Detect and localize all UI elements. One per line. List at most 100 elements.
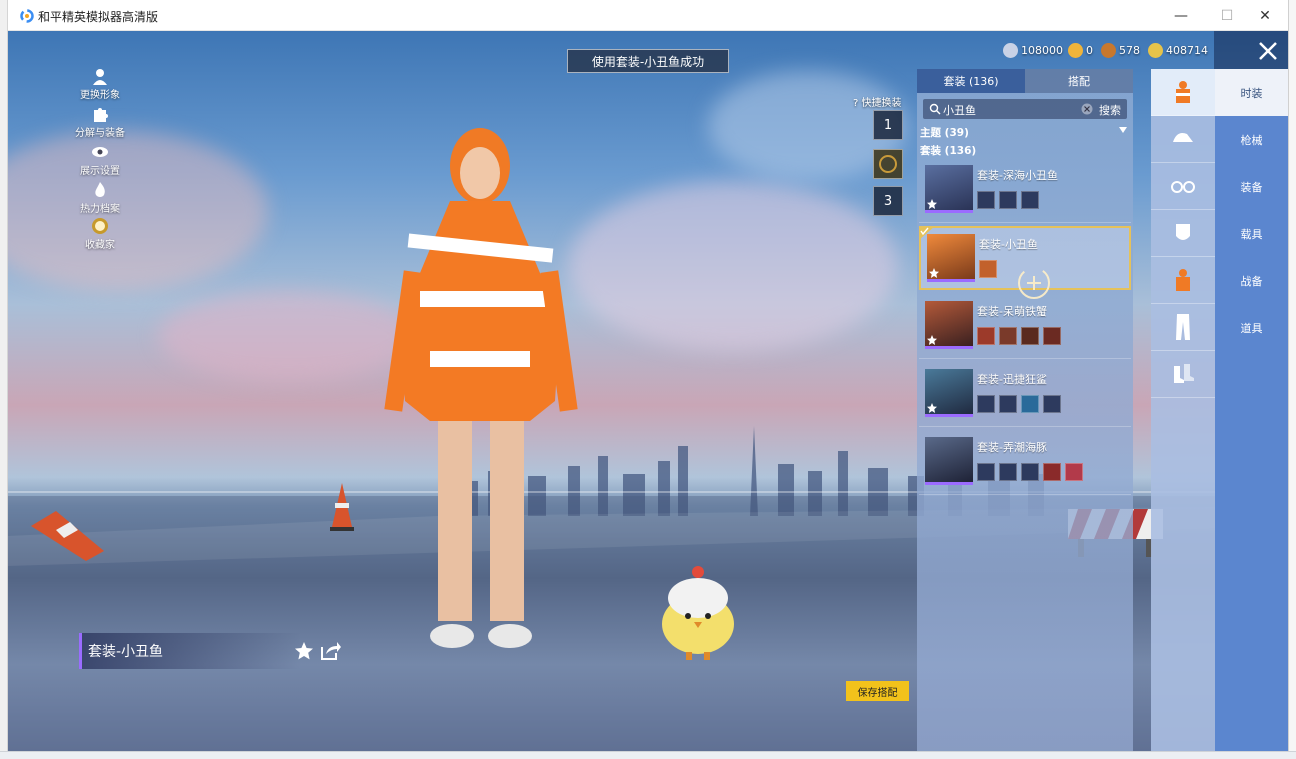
suit-piece[interactable]: [999, 463, 1017, 481]
glasses-icon: [1171, 181, 1195, 193]
currency-gold: 0: [1068, 41, 1093, 59]
tab-outfits[interactable]: 搭配: [1025, 69, 1133, 93]
mask-icon: [1176, 224, 1190, 240]
cloud: [568, 181, 898, 351]
favorite-star-icon[interactable]: [294, 641, 314, 661]
category-mask[interactable]: [1151, 210, 1215, 257]
nav-fashion[interactable]: 时装: [1215, 69, 1288, 116]
left-edge: [0, 0, 8, 759]
suit-group-header: 套装 (136): [920, 145, 977, 157]
quick-change-label[interactable]: ? 快捷换装: [853, 94, 902, 109]
pet-chick: [662, 566, 734, 660]
menu-label: 展示设置: [80, 166, 120, 177]
suit-piece[interactable]: [999, 395, 1017, 413]
suit-piece[interactable]: [1021, 463, 1039, 481]
minimize-button[interactable]: —: [1158, 0, 1204, 31]
quick-slot-3[interactable]: 3: [873, 186, 903, 216]
suit-piece[interactable]: [977, 191, 995, 209]
currency-token: 408714: [1148, 41, 1208, 59]
suit-item-clownfish[interactable]: 套装-小丑鱼: [919, 226, 1131, 299]
menu-label: 收藏家: [85, 240, 115, 251]
close-icon: [1259, 42, 1277, 60]
silver-coin-icon: [1003, 42, 1018, 58]
suit-name: 套装-迅捷狂鲨: [977, 373, 1047, 386]
app-logo-icon: [20, 9, 34, 23]
display-settings-button[interactable]: 展示设置: [74, 143, 126, 177]
currency-value: 578: [1119, 43, 1140, 57]
collector-button[interactable]: 收藏家: [74, 217, 126, 251]
clear-icon[interactable]: [1081, 103, 1093, 115]
outfit-icon: [1176, 81, 1190, 103]
collector-badge-icon: [92, 218, 108, 234]
suit-thumbnail: [925, 437, 973, 485]
suit-piece[interactable]: [977, 395, 995, 413]
close-window-button[interactable]: ✕: [1242, 0, 1288, 31]
traffic-cone-prop: [31, 511, 104, 561]
person-icon: [93, 69, 107, 85]
suit-piece[interactable]: [977, 327, 995, 345]
suit-piece[interactable]: [999, 327, 1017, 345]
category-pants[interactable]: [1151, 304, 1215, 351]
suit-thumbnail: [925, 369, 973, 417]
currency-value: 0: [1086, 43, 1093, 57]
nav-equipment[interactable]: 装备: [1215, 163, 1288, 210]
chevron-down-icon[interactable]: [1119, 127, 1127, 133]
heat-archive-button[interactable]: 热力档案: [74, 181, 126, 215]
suit-piece[interactable]: [1043, 327, 1061, 345]
bronze-coin-icon: [1101, 42, 1116, 58]
quick-change-text: 快捷换装: [861, 98, 902, 109]
star-icon: [927, 403, 937, 413]
share-icon[interactable]: [320, 641, 342, 661]
close-wardrobe-button[interactable]: [1214, 31, 1288, 69]
search-box[interactable]: 小丑鱼 搜索: [923, 99, 1127, 119]
quick-slot-1[interactable]: 1: [873, 110, 903, 140]
help-icon: ?: [853, 98, 859, 109]
theme-group-header[interactable]: 主题 (39): [920, 125, 969, 140]
token-coin-icon: [1148, 42, 1163, 58]
search-button[interactable]: 搜索: [1099, 102, 1121, 118]
suit-piece[interactable]: [1021, 191, 1039, 209]
search-input[interactable]: 小丑鱼: [943, 102, 976, 118]
suit-piece[interactable]: [1043, 463, 1061, 481]
suit-piece[interactable]: [1043, 395, 1061, 413]
nav-firearms[interactable]: 枪械: [1215, 116, 1288, 163]
tab-suits[interactable]: 套装 (136): [917, 69, 1025, 93]
currency-value: 408714: [1166, 43, 1208, 57]
bottom-edge: [0, 751, 1296, 759]
star-icon: [929, 268, 939, 278]
current-outfit-label: 套装-小丑鱼: [79, 633, 301, 669]
game-viewport: 更换形象 分解与装备 展示设置 热力档案 收藏家 使用套装-小丑鱼成功 1080…: [8, 31, 1288, 751]
nav-battle-gear[interactable]: 战备: [1215, 257, 1288, 304]
suit-item-swift-shark[interactable]: 套装-迅捷狂鲨: [919, 363, 1131, 427]
currency-value: 108000: [1021, 43, 1063, 57]
suit-item-cute-crab[interactable]: 套装-呆萌铁蟹: [919, 295, 1131, 359]
suit-piece[interactable]: [979, 260, 997, 278]
suit-piece[interactable]: [1021, 327, 1039, 345]
toast-message: 使用套装-小丑鱼成功: [567, 49, 729, 73]
theme-group-label: 主题 (39): [920, 127, 969, 139]
character-model: [384, 128, 578, 648]
change-appearance-button[interactable]: 更换形象: [74, 67, 126, 101]
nav-vehicles[interactable]: 载具: [1215, 210, 1288, 257]
suit-item-trendy-dolphin[interactable]: 套装-弄潮海豚: [919, 431, 1131, 495]
category-shoes[interactable]: [1151, 351, 1215, 398]
suit-piece[interactable]: [999, 191, 1017, 209]
search-icon: [929, 103, 941, 115]
suit-piece[interactable]: [1065, 463, 1083, 481]
suit-piece[interactable]: [977, 463, 995, 481]
suit-name: 套装-呆萌铁蟹: [977, 305, 1047, 318]
nav-items[interactable]: 道具: [1215, 304, 1288, 351]
category-top[interactable]: [1151, 257, 1215, 304]
save-outfit-button[interactable]: 保存搭配: [846, 681, 909, 701]
flame-icon: [95, 182, 105, 197]
category-column: [1151, 69, 1215, 751]
category-cap[interactable]: [1151, 116, 1215, 163]
window-title: 和平精英模拟器高清版: [38, 10, 159, 24]
category-outfit[interactable]: [1151, 69, 1215, 116]
decompose-equip-button[interactable]: 分解与装备: [74, 105, 126, 139]
suit-piece[interactable]: [1021, 395, 1039, 413]
suit-item-deep-sea-clownfish[interactable]: 套装-深海小丑鱼: [919, 159, 1131, 223]
category-glasses[interactable]: [1151, 163, 1215, 210]
quick-slot-2[interactable]: [873, 149, 903, 179]
shoes-icon: [1174, 364, 1194, 383]
